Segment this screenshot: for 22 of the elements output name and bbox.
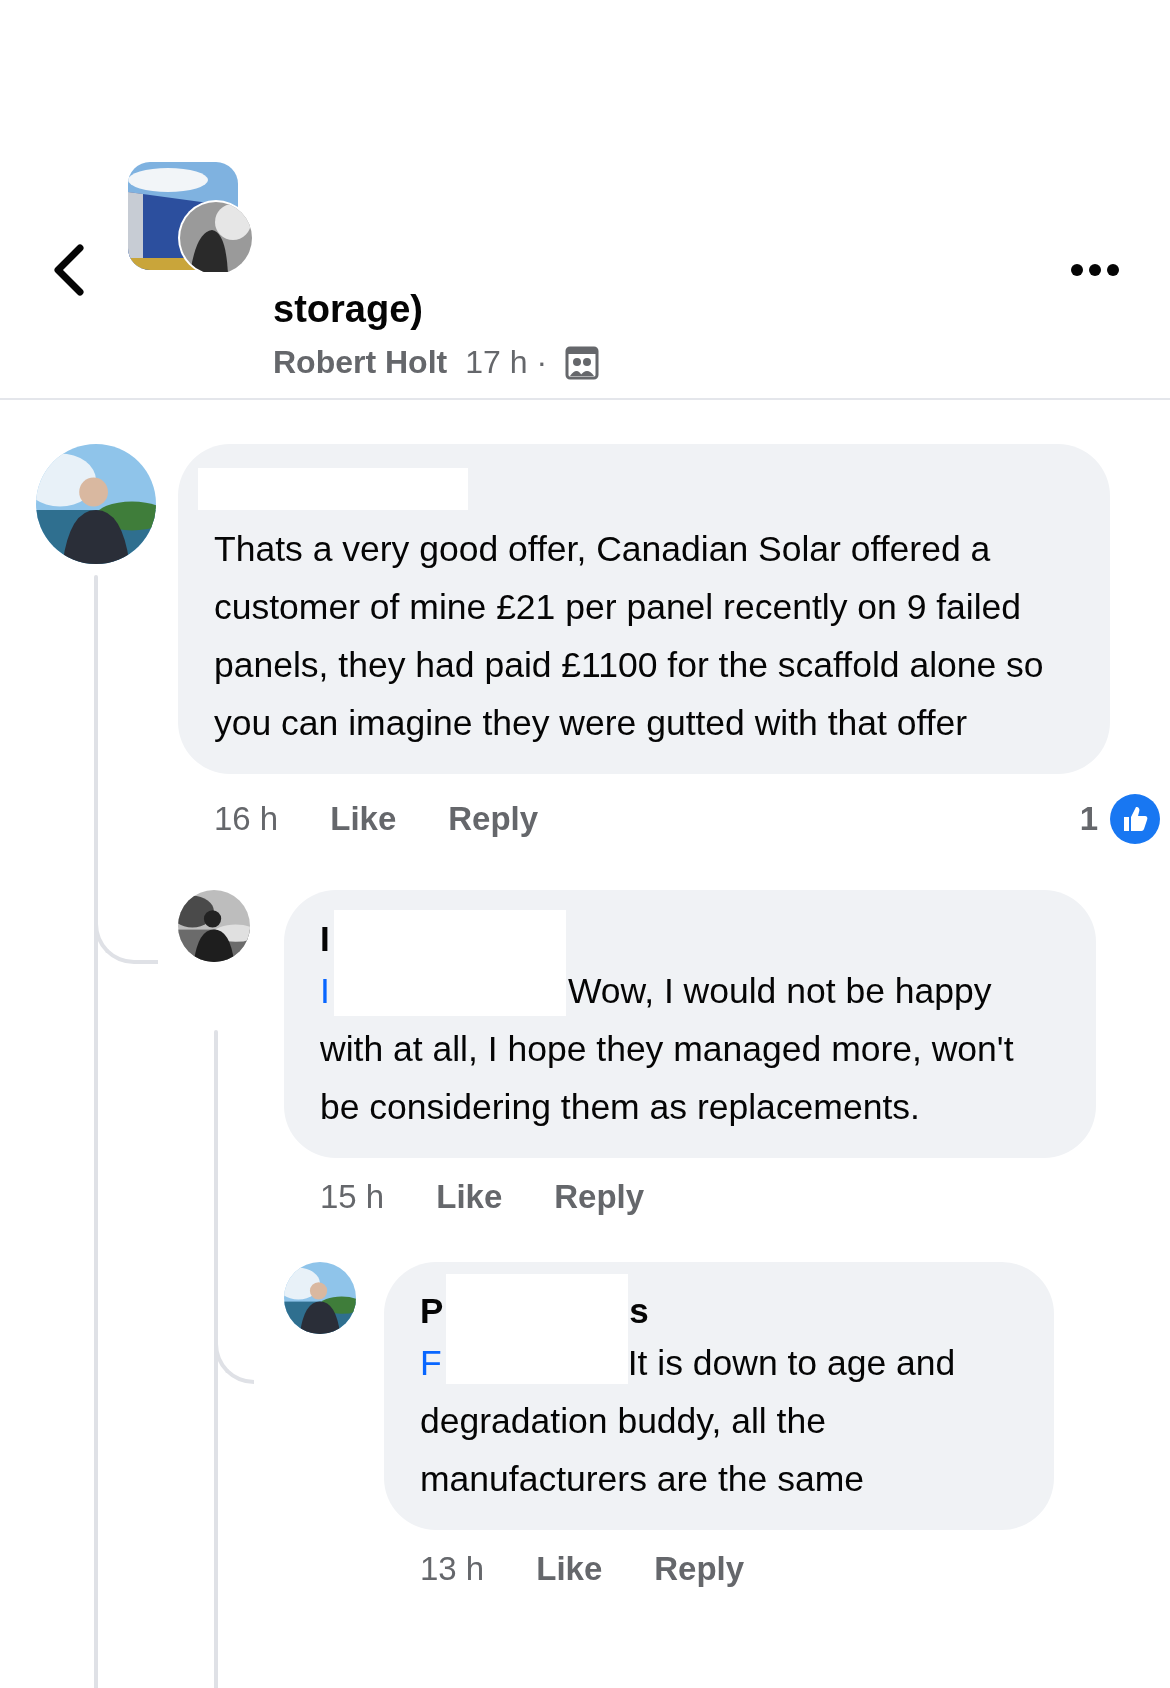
- like-button[interactable]: Like: [436, 1178, 503, 1216]
- author-name[interactable]: I: [320, 919, 330, 959]
- author-name[interactable]: s: [629, 1291, 649, 1331]
- group-title[interactable]: storage): [273, 286, 1170, 332]
- comment-time: 16 h: [214, 800, 279, 838]
- like-button[interactable]: Like: [330, 800, 397, 838]
- reply-button[interactable]: Reply: [654, 1550, 745, 1588]
- post-time: 17 h ·: [465, 344, 548, 381]
- like-button[interactable]: Like: [536, 1550, 603, 1588]
- reaction-count: 1: [1079, 800, 1098, 838]
- reply-button[interactable]: Reply: [448, 800, 539, 838]
- comment-text: F It is down to age and degradation buddy, all the manufacturers are the same: [420, 1342, 957, 1501]
- more-icon[interactable]: [1070, 262, 1120, 278]
- comment-text: Thats a very good offer, Canadian Solar offered a customer of mine £21 per panel recently on 9 failed panels, they had paid £1100 for the scaffold alone so you can imagine they were gutted with that offer: [214, 528, 1045, 745]
- members-icon: [565, 345, 600, 380]
- comment-time: 15 h: [320, 1178, 385, 1216]
- like-icon[interactable]: [1110, 794, 1160, 844]
- reply-button[interactable]: Reply: [554, 1178, 645, 1216]
- comment-time: 13 h: [420, 1550, 485, 1588]
- comment-text: I Wow, I would not be happy with at all, I hope they managed more, won't be considering them as replacements.: [320, 970, 1015, 1129]
- author-name[interactable]: P: [420, 1291, 444, 1331]
- author-name[interactable]: Robert Holt: [273, 344, 448, 381]
